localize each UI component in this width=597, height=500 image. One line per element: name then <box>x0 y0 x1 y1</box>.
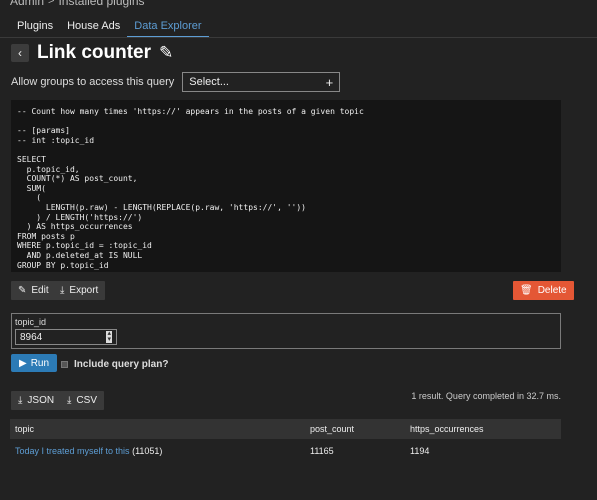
edit-label: Edit <box>31 285 49 296</box>
groups-select-value: Select... <box>189 76 229 88</box>
chevron-left-icon: ‹ <box>18 46 22 60</box>
edit-button[interactable]: ✎ Edit <box>11 281 56 300</box>
result-summary: 1 result. Query completed in 32.7 ms. <box>411 391 561 401</box>
pencil-icon[interactable]: ✎ <box>159 43 173 63</box>
include-plan-row: Include query plan? <box>61 359 168 370</box>
column-header-topic[interactable]: topic <box>10 424 305 434</box>
topic-id-input[interactable]: 8964 ▴ ▾ <box>15 329 117 345</box>
breadcrumb-separator: > <box>48 0 55 7</box>
breadcrumb-current[interactable]: Installed plugins <box>58 0 144 8</box>
run-button[interactable]: ▶ Run <box>11 354 58 372</box>
topic-cell: Today I treated myself to this (11051) <box>10 446 305 456</box>
back-button[interactable]: ‹ <box>11 44 29 62</box>
groups-label: Allow groups to access this query <box>11 76 175 88</box>
params-box: topic_id 8964 ▴ ▾ <box>11 313 561 349</box>
delete-button[interactable]: 🗑 Delete <box>513 281 574 300</box>
https-occurrences-cell: 1194 <box>410 446 430 456</box>
groups-row: Allow groups to access this query Select… <box>11 72 341 92</box>
table-row: Today I treated myself to this (11051) 1… <box>10 439 561 463</box>
include-plan-checkbox[interactable] <box>61 361 68 368</box>
column-header-https-occurrences[interactable]: https_occurrences <box>410 424 561 434</box>
pencil-icon: ✎ <box>18 285 27 296</box>
post-count-cell: 11165 <box>310 446 334 456</box>
column-header-post-count[interactable]: post_count <box>305 424 410 434</box>
topic-link[interactable]: Today I treated myself to this <box>15 446 130 456</box>
results-table: topic post_count https_occurrences Today… <box>10 419 561 463</box>
download-json-button[interactable]: ⤓ JSON <box>11 391 62 410</box>
delete-label: Delete <box>537 285 567 296</box>
export-label: Export <box>69 285 99 296</box>
download-icon: ⤓ <box>60 285 65 296</box>
query-editor[interactable]: -- Count how many times 'https://' appea… <box>11 100 561 272</box>
title-row: ‹ Link counter ✎ <box>11 42 173 64</box>
tabs-divider <box>0 37 597 38</box>
play-icon: ▶ <box>19 357 27 369</box>
run-label: Run <box>30 357 50 369</box>
trash-icon: 🗑 <box>520 285 533 296</box>
export-button[interactable]: ⤓ Export <box>53 281 106 300</box>
groups-select[interactable]: Select... + <box>182 72 341 92</box>
number-spinner[interactable]: ▴ ▾ <box>106 330 112 343</box>
download-csv-button[interactable]: ⤓ CSV <box>60 391 104 410</box>
plus-icon[interactable]: + <box>326 75 334 90</box>
tab-house-ads[interactable]: House Ads <box>60 16 127 38</box>
breadcrumb: Admin > Installed plugins <box>10 0 145 8</box>
include-plan-label[interactable]: Include query plan? <box>74 359 168 370</box>
topic-id-value: 8964 <box>20 331 43 343</box>
param-label: topic_id <box>15 317 47 327</box>
plugin-tabs: Plugins House Ads Data Explorer <box>10 16 209 38</box>
download-icon: ⤓ <box>18 395 23 406</box>
download-icon: ⤓ <box>67 395 72 406</box>
breadcrumb-root[interactable]: Admin <box>10 0 44 8</box>
page-title: Link counter <box>37 42 152 63</box>
tab-plugins[interactable]: Plugins <box>10 16 60 38</box>
topic-id: (11051) <box>132 446 163 456</box>
tab-data-explorer[interactable]: Data Explorer <box>127 16 209 38</box>
json-label: JSON <box>27 395 55 406</box>
table-header: topic post_count https_occurrences <box>10 419 561 439</box>
csv-label: CSV <box>76 395 97 406</box>
query-sql: -- Count how many times 'https://' appea… <box>17 107 364 270</box>
